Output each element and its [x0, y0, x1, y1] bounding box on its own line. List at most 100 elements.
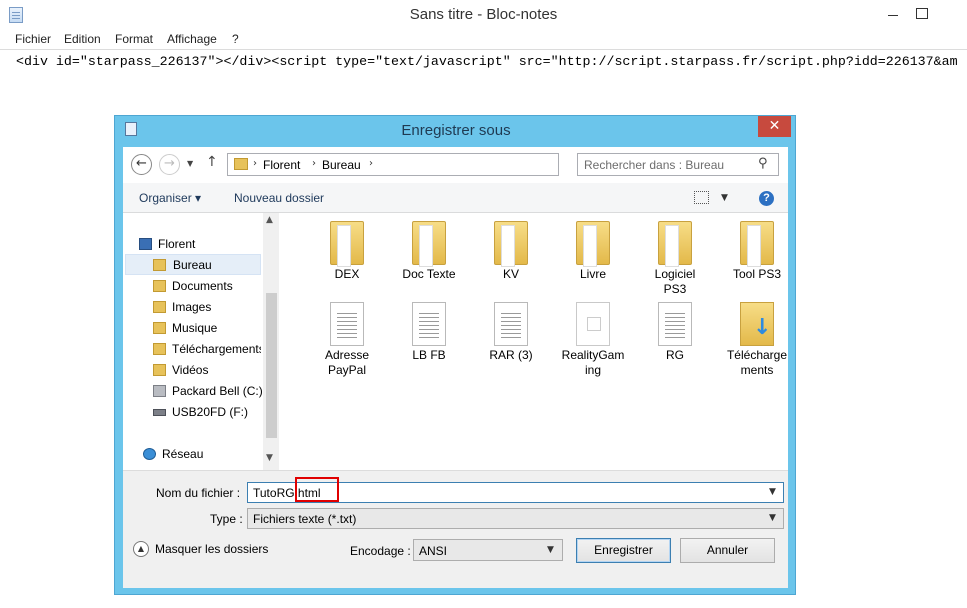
file-item-realitygaming[interactable]: RealityGaming — [553, 298, 633, 377]
breadcrumb-florent[interactable]: Florent — [263, 158, 300, 172]
hide-folders-label: Masquer les dossiers — [155, 542, 269, 556]
organise-button[interactable]: Organiser ▾ — [139, 191, 201, 205]
usb-drive-icon — [153, 409, 166, 416]
folder-icon — [412, 221, 446, 267]
file-item-livre[interactable]: Livre — [553, 217, 633, 295]
dialog-form-area: Nom du fichier : TutoRG.html ▼ Type : Fi… — [123, 470, 788, 588]
file-item-dex[interactable]: DEX — [307, 217, 387, 295]
folder-icon — [153, 259, 166, 271]
notepad-text-content[interactable]: <div id="starpass_226137"></div><script … — [16, 54, 958, 69]
folder-icon — [576, 221, 610, 267]
menu-format[interactable]: Format — [115, 32, 153, 46]
menu-affichage[interactable]: Affichage — [167, 32, 217, 46]
text-file-icon — [412, 302, 446, 346]
filename-label: Nom du fichier : — [156, 486, 241, 500]
forward-button[interactable]: → — [159, 154, 180, 175]
save-as-dialog: Enregistrer sous ✕ ← → ▼ ↑ › Florent › B… — [114, 115, 796, 595]
up-one-level-button[interactable]: ↑ — [206, 154, 218, 170]
file-item-lb-fb[interactable]: LB FB — [389, 298, 469, 376]
file-item-label: DEX — [334, 267, 360, 281]
file-item-label: Doc Texte — [402, 267, 456, 281]
back-button[interactable]: ← — [131, 154, 152, 175]
breadcrumb-bureau[interactable]: Bureau — [322, 158, 361, 172]
scroll-up-icon[interactable]: ▲ — [266, 215, 273, 225]
notepad-close-button[interactable] — [939, 0, 967, 22]
sidebar-item-drive-c[interactable]: Packard Bell (C:) — [153, 381, 263, 402]
view-options-icon[interactable] — [694, 191, 709, 204]
folder-icon — [153, 301, 166, 313]
scroll-down-icon[interactable]: ▼ — [266, 453, 273, 463]
encoding-dropdown-icon[interactable]: ▼ — [547, 545, 554, 555]
breadcrumb-separator-icon: › — [369, 158, 373, 169]
folder-icon — [153, 280, 166, 292]
sidebar-item-reseau[interactable]: Réseau — [143, 444, 281, 465]
notepad-titlebar: Sans titre - Bloc-notes — [0, 0, 967, 30]
file-item-label: RAR (3) — [489, 348, 533, 362]
file-item-adresse-paypal[interactable]: Adresse PayPal — [307, 298, 387, 377]
scroll-thumb[interactable] — [266, 293, 277, 438]
file-type-value: Fichiers texte (*.txt) — [253, 512, 357, 526]
sidebar-item-label: Réseau — [162, 447, 204, 461]
encoding-select[interactable]: ANSI ▼ — [413, 539, 563, 561]
folder-icon — [330, 221, 364, 267]
annotation-highlight-box — [295, 477, 339, 502]
navigation-scrollbar[interactable]: ▲ ▼ — [263, 213, 279, 470]
filename-dropdown-icon[interactable]: ▼ — [769, 487, 776, 497]
file-item-rar-3[interactable]: RAR (3) — [471, 298, 551, 376]
folder-icon — [658, 221, 692, 267]
notepad-window-title: Sans titre - Bloc-notes — [409, 6, 558, 23]
text-file-icon — [494, 302, 528, 346]
sidebar-item-bureau[interactable]: Bureau — [125, 254, 261, 275]
file-item-rg[interactable]: RG — [635, 298, 715, 376]
file-type-dropdown-icon[interactable]: ▼ — [769, 513, 776, 523]
search-input[interactable]: Rechercher dans : Bureau — [584, 158, 724, 172]
breadcrumb-separator-icon: › — [312, 158, 316, 169]
dialog-navigation-bar: ← → ▼ ↑ › Florent › Bureau › ▼ ↻ Recherc… — [123, 147, 788, 183]
sidebar-item-label: USB20FD (F:) — [172, 405, 249, 419]
view-dropdown-icon[interactable]: ▼ — [721, 193, 728, 203]
address-folder-icon — [234, 158, 248, 170]
menu-edition[interactable]: Edition — [64, 32, 101, 46]
search-box[interactable]: Rechercher dans : Bureau ⚲ — [577, 153, 779, 176]
sidebar-item-label: Documents — [172, 279, 233, 293]
sidebar-item-label: Téléchargements — [172, 342, 261, 356]
text-file-icon — [658, 302, 692, 346]
file-item-label: RealityGaming — [561, 348, 625, 377]
cancel-button[interactable]: Annuler — [680, 538, 775, 563]
drive-icon — [153, 385, 166, 397]
blank-file-icon — [576, 302, 610, 346]
menu-fichier[interactable]: Fichier — [15, 32, 51, 46]
file-type-select[interactable]: Fichiers texte (*.txt) ▼ — [247, 508, 784, 529]
file-item-telechargements[interactable]: Téléchargements — [717, 298, 797, 377]
folder-icon — [153, 364, 166, 376]
hide-folders-button[interactable]: ▲ Masquer les dossiers — [133, 540, 273, 560]
file-item-label: RG — [666, 348, 684, 362]
encoding-label: Encodage : — [350, 544, 411, 558]
file-item-logiciel-ps3[interactable]: Logiciel PS3 — [635, 217, 715, 296]
maximize-button[interactable] — [911, 5, 931, 21]
notepad-menubar: Fichier Edition Format Affichage ? — [0, 30, 967, 49]
address-bar[interactable]: › Florent › Bureau › ▼ ↻ — [227, 153, 652, 176]
file-item-kv[interactable]: KV — [471, 217, 551, 295]
folder-icon — [153, 343, 166, 355]
chevron-up-icon: ▲ — [133, 541, 149, 557]
file-item-doc-texte[interactable]: Doc Texte — [389, 217, 469, 295]
menu-help[interactable]: ? — [232, 32, 239, 46]
save-button[interactable]: Enregistrer — [576, 538, 671, 563]
file-item-label: LB FB — [412, 348, 446, 362]
help-icon[interactable]: ? — [759, 191, 774, 206]
file-item-label: Livre — [579, 267, 606, 281]
file-item-tool-ps3[interactable]: Tool PS3 — [717, 217, 797, 295]
sidebar-item-florent[interactable]: Florent — [139, 234, 277, 255]
navigation-pane: Florent Bureau Documents Images Musique … — [123, 213, 279, 470]
dialog-close-button[interactable]: ✕ — [758, 116, 791, 137]
sidebar-item-label: Packard Bell (C:) — [172, 384, 263, 398]
search-icon[interactable]: ⚲ — [758, 156, 768, 171]
recent-locations-dropdown[interactable]: ▼ — [187, 159, 193, 168]
sidebar-item-label: Musique — [172, 321, 218, 335]
new-folder-button[interactable]: Nouveau dossier — [234, 191, 324, 205]
breadcrumb-separator-icon: › — [253, 158, 257, 169]
sidebar-item-label: Florent — [158, 237, 196, 251]
sidebar-item-telechargements[interactable]: Téléchargements — [153, 339, 261, 360]
minimize-button[interactable] — [883, 5, 903, 21]
